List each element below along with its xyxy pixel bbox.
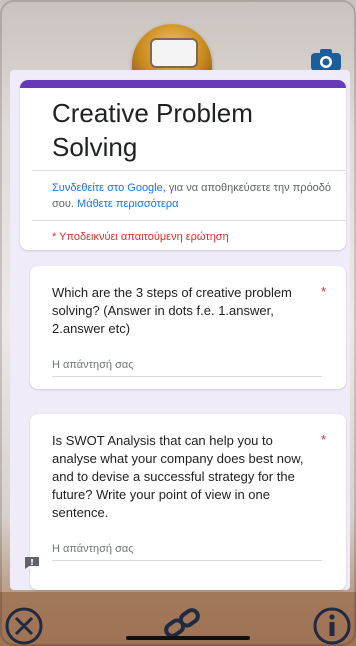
question-1-required-star: *: [320, 284, 326, 299]
header-divider-2: [32, 220, 346, 221]
question-2-required-star: *: [320, 432, 326, 447]
close-circle-icon[interactable]: [4, 606, 44, 646]
question-card-2: Is SWOT Analysis that can help you to an…: [30, 414, 346, 590]
link-icon[interactable]: [160, 606, 204, 640]
question-2-answer-input[interactable]: Η απάντησή σας: [52, 538, 322, 561]
form-header-card: Creative Problem Solving Συνδεθείτε στο …: [20, 80, 346, 250]
info-circle-icon[interactable]: [312, 606, 352, 646]
camera-switch-icon[interactable]: [310, 48, 342, 72]
learn-more-link[interactable]: Μάθετε περισσότερα: [77, 198, 178, 210]
question-card-1: Which are the 3 steps of creative proble…: [30, 266, 346, 389]
header-divider: [32, 170, 346, 171]
background-camera-lens: [150, 38, 198, 68]
question-1-text: Which are the 3 steps of creative proble…: [52, 285, 292, 336]
signin-link[interactable]: Συνδεθείτε στο Google: [52, 182, 163, 194]
header-accent-bar: [20, 80, 346, 88]
form-title: Creative Problem Solving: [52, 98, 253, 162]
home-indicator: [126, 636, 250, 640]
question-2-text: Is SWOT Analysis that can help you to an…: [52, 433, 304, 520]
signin-notice: Συνδεθείτε στο Google, για να αποθηκεύσε…: [52, 180, 336, 212]
report-feedback-icon[interactable]: [24, 556, 40, 570]
required-note: * Υποδεικνύει απαιτούμενη ερώτηση: [52, 231, 229, 243]
question-1-answer-input[interactable]: Η απάντησή σας: [52, 354, 322, 377]
